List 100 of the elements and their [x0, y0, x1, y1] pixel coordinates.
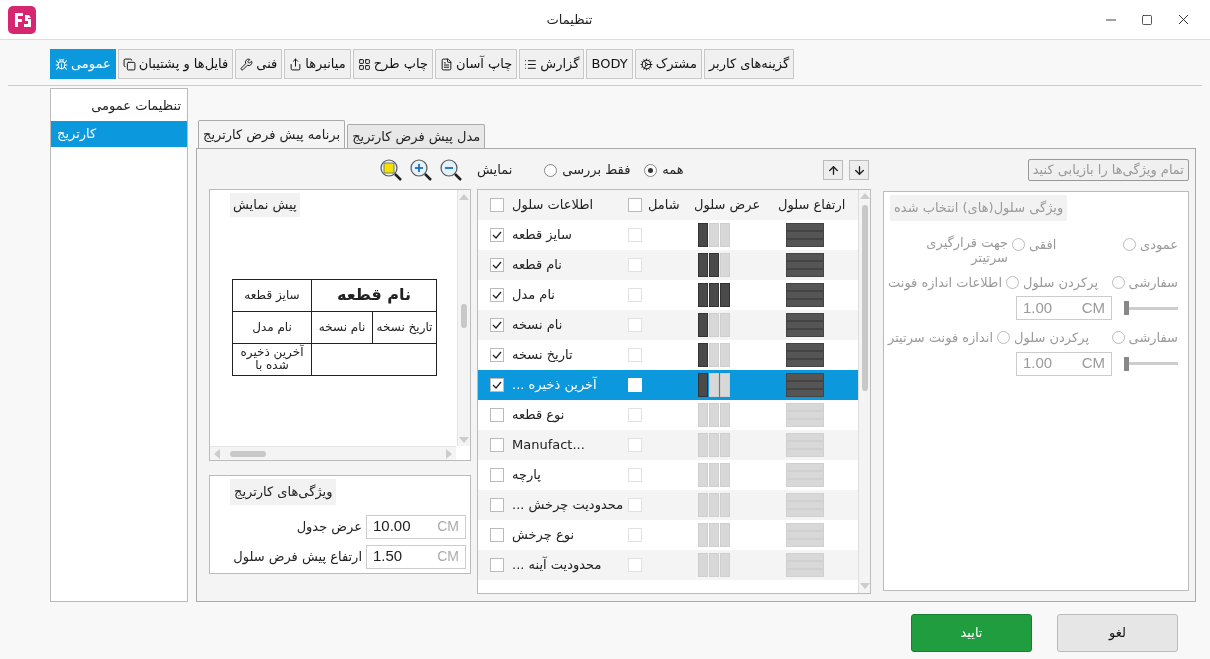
table-row[interactable]: نام نسخه	[478, 310, 858, 340]
scrollbar-thumb[interactable]	[461, 304, 467, 328]
cell-height-icon	[786, 523, 824, 547]
zoom-in-icon[interactable]	[409, 158, 433, 182]
preview-cell: نام قطعه	[336, 286, 412, 304]
zoom-out-icon[interactable]	[439, 158, 463, 182]
checkbox[interactable]	[628, 408, 642, 422]
scroll-up-icon[interactable]	[459, 194, 469, 200]
zoom-fit-icon[interactable]	[379, 158, 403, 182]
tab[interactable]: چاپ آسان	[434, 49, 518, 79]
cell-height-icon	[786, 553, 824, 577]
arrow-down-icon	[852, 163, 866, 177]
checkbox[interactable]	[490, 498, 504, 512]
checkbox[interactable]	[490, 198, 504, 212]
checkbox[interactable]	[490, 348, 504, 362]
cell-width-icon	[698, 553, 730, 577]
checkbox[interactable]	[628, 468, 642, 482]
confirm-button[interactable]: تایید	[911, 614, 1032, 652]
checkbox[interactable]	[490, 438, 504, 452]
radio-button[interactable]	[644, 163, 658, 177]
maximize-icon[interactable]	[1141, 13, 1153, 26]
input-field[interactable]: 10.00 CM	[366, 514, 466, 539]
table-row[interactable]: Manufact...	[478, 430, 858, 460]
scrollbar-thumb[interactable]	[861, 205, 868, 391]
cell-width-icon	[698, 343, 730, 367]
checkbox[interactable]	[490, 318, 504, 332]
checkbox[interactable]	[490, 288, 504, 302]
tab[interactable]: چاپ طرح	[352, 49, 433, 79]
cell-height-icon	[786, 343, 824, 367]
table-cell-text: نام نسخه	[512, 316, 563, 335]
horizontal-scrollbar[interactable]	[210, 446, 456, 460]
column-header: شامل	[648, 196, 680, 215]
radio-label: پرکردن سلول	[1023, 273, 1098, 292]
cell-width-icon	[698, 223, 730, 247]
checkbox[interactable]	[628, 558, 642, 572]
preview-cell: سایز قطعه	[244, 288, 300, 302]
checkbox[interactable]	[490, 228, 504, 242]
setting-label: اندازه فونت سرتیتر	[888, 329, 994, 348]
scroll-down-icon[interactable]	[459, 437, 469, 443]
table-cell-text: نوع قطعه	[512, 406, 565, 425]
checkbox[interactable]	[628, 288, 642, 302]
scroll-down-icon[interactable]	[859, 583, 870, 589]
checkbox[interactable]	[490, 258, 504, 272]
table-row[interactable]: ... محدودیت چرخش	[478, 490, 858, 520]
window-title: تنظیمات	[546, 10, 593, 29]
layout-icon	[357, 57, 371, 71]
checkbox[interactable]	[490, 528, 504, 542]
checkbox[interactable]	[628, 438, 642, 452]
cell-width-icon	[698, 253, 730, 277]
scrollbar-thumb[interactable]	[230, 450, 266, 457]
tab[interactable]: گزینه‌های کاربر	[703, 49, 795, 79]
checkbox[interactable]	[628, 198, 642, 212]
scroll-up-icon[interactable]	[859, 193, 870, 199]
checkbox[interactable]	[490, 558, 504, 572]
tab[interactable]: مشترک	[634, 49, 702, 79]
radio-label: افقی	[1029, 235, 1057, 254]
radio-button[interactable]	[544, 163, 558, 177]
scroll-left-icon[interactable]	[214, 448, 220, 459]
move-up-button[interactable]	[823, 160, 843, 180]
column-header: عرض سلول	[693, 196, 762, 215]
checkbox[interactable]	[490, 408, 504, 422]
checkbox[interactable]	[628, 258, 642, 272]
checkbox[interactable]	[628, 528, 642, 542]
cell-width-icon	[698, 523, 730, 547]
input-field[interactable]: 1.50 CM	[366, 544, 466, 569]
cell-height-icon	[786, 283, 824, 307]
checkbox[interactable]	[628, 348, 642, 362]
list-icon	[524, 57, 538, 71]
checkbox[interactable]	[628, 498, 642, 512]
checkbox[interactable]	[490, 378, 504, 392]
radio-label: سفارشی	[1128, 329, 1178, 347]
tab[interactable]: میانبرها	[284, 49, 351, 79]
tab[interactable]: فایل‌ها و پشتیبان	[117, 49, 234, 79]
vertical-scrollbar[interactable]	[858, 190, 870, 593]
tab[interactable]: فنی	[235, 49, 283, 79]
checkbox[interactable]	[490, 468, 504, 482]
preview-cell: نام مدل	[252, 320, 292, 334]
table-cell-text: ... محدودیت چرخش	[512, 496, 624, 515]
scroll-right-icon[interactable]	[446, 448, 452, 459]
vertical-scrollbar[interactable]	[457, 190, 470, 446]
table-cell: ... محدودیت آینه	[512, 555, 602, 575]
tab[interactable]: BODY	[586, 49, 633, 79]
table-cell-text: تاریخ نسخه	[512, 346, 573, 365]
cancel-button[interactable]: لغو	[1057, 614, 1178, 652]
table-row[interactable]: ... محدودیت آینه	[478, 550, 858, 580]
table-row[interactable]: نام قطعه	[478, 250, 858, 280]
preview-cell-text: آخرین ذخیره شده با	[239, 346, 305, 372]
cell-height-icon	[786, 253, 824, 277]
cell-width-icon	[698, 463, 730, 487]
sidebar-item[interactable]: تنظیمات عمومی	[51, 93, 187, 119]
move-down-button[interactable]	[849, 160, 869, 180]
checkbox[interactable]	[628, 228, 642, 242]
tab[interactable]: برنامه پیش فرض کارتریج	[198, 120, 346, 148]
checkbox[interactable]	[628, 318, 642, 332]
tab[interactable]: گزارش	[519, 49, 585, 79]
radio-label: عمودی	[1140, 235, 1178, 254]
arrow-up-icon	[826, 163, 840, 177]
radio-label: سفارشی	[1128, 273, 1178, 292]
tab[interactable]: مدل پیش فرض کارتریج	[347, 124, 486, 148]
cell-height-icon	[786, 403, 824, 427]
